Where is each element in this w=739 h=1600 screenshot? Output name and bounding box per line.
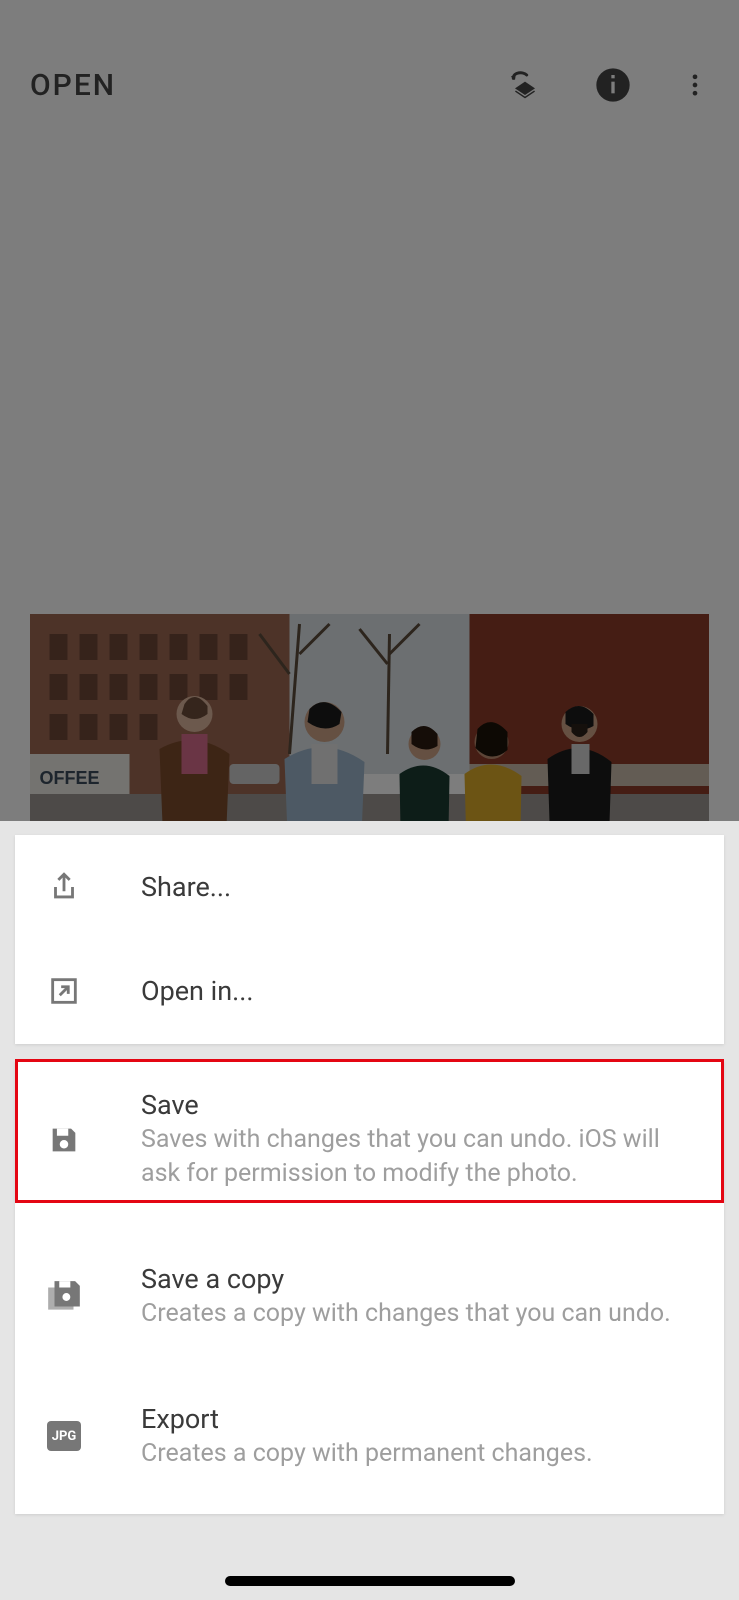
menu-item-open-in[interactable]: Open in... [15, 939, 724, 1043]
save-copy-icon [45, 1278, 83, 1316]
sheet-group-2: Save Saves with changes that you can und… [15, 1061, 724, 1514]
action-sheet: Share... Open in... [0, 821, 739, 1600]
home-indicator[interactable] [225, 1576, 515, 1586]
menu-item-save[interactable]: Save Saves with changes that you can und… [15, 1061, 724, 1219]
jpg-badge: JPG [47, 1421, 81, 1451]
jpg-icon: JPG [45, 1421, 83, 1451]
menu-item-description: Saves with changes that you can undo. iO… [141, 1123, 694, 1191]
menu-item-share[interactable]: Share... [15, 835, 724, 939]
open-external-icon [45, 974, 83, 1008]
menu-item-label: Open in... [141, 975, 694, 1007]
menu-item-label: Save a copy [141, 1263, 694, 1295]
menu-item-label: Share... [141, 871, 694, 903]
menu-item-export[interactable]: JPG Export Creates a copy with permanent… [15, 1375, 724, 1499]
sheet-group-1: Share... Open in... [15, 835, 724, 1044]
menu-item-label: Save [141, 1089, 694, 1121]
menu-item-label: Export [141, 1403, 694, 1435]
menu-item-description: Creates a copy with permanent changes. [141, 1437, 694, 1471]
menu-item-save-copy[interactable]: Save a copy Creates a copy with changes … [15, 1219, 724, 1375]
menu-item-description: Creates a copy with changes that you can… [141, 1297, 694, 1331]
share-icon [45, 867, 83, 907]
save-icon [45, 1123, 83, 1157]
